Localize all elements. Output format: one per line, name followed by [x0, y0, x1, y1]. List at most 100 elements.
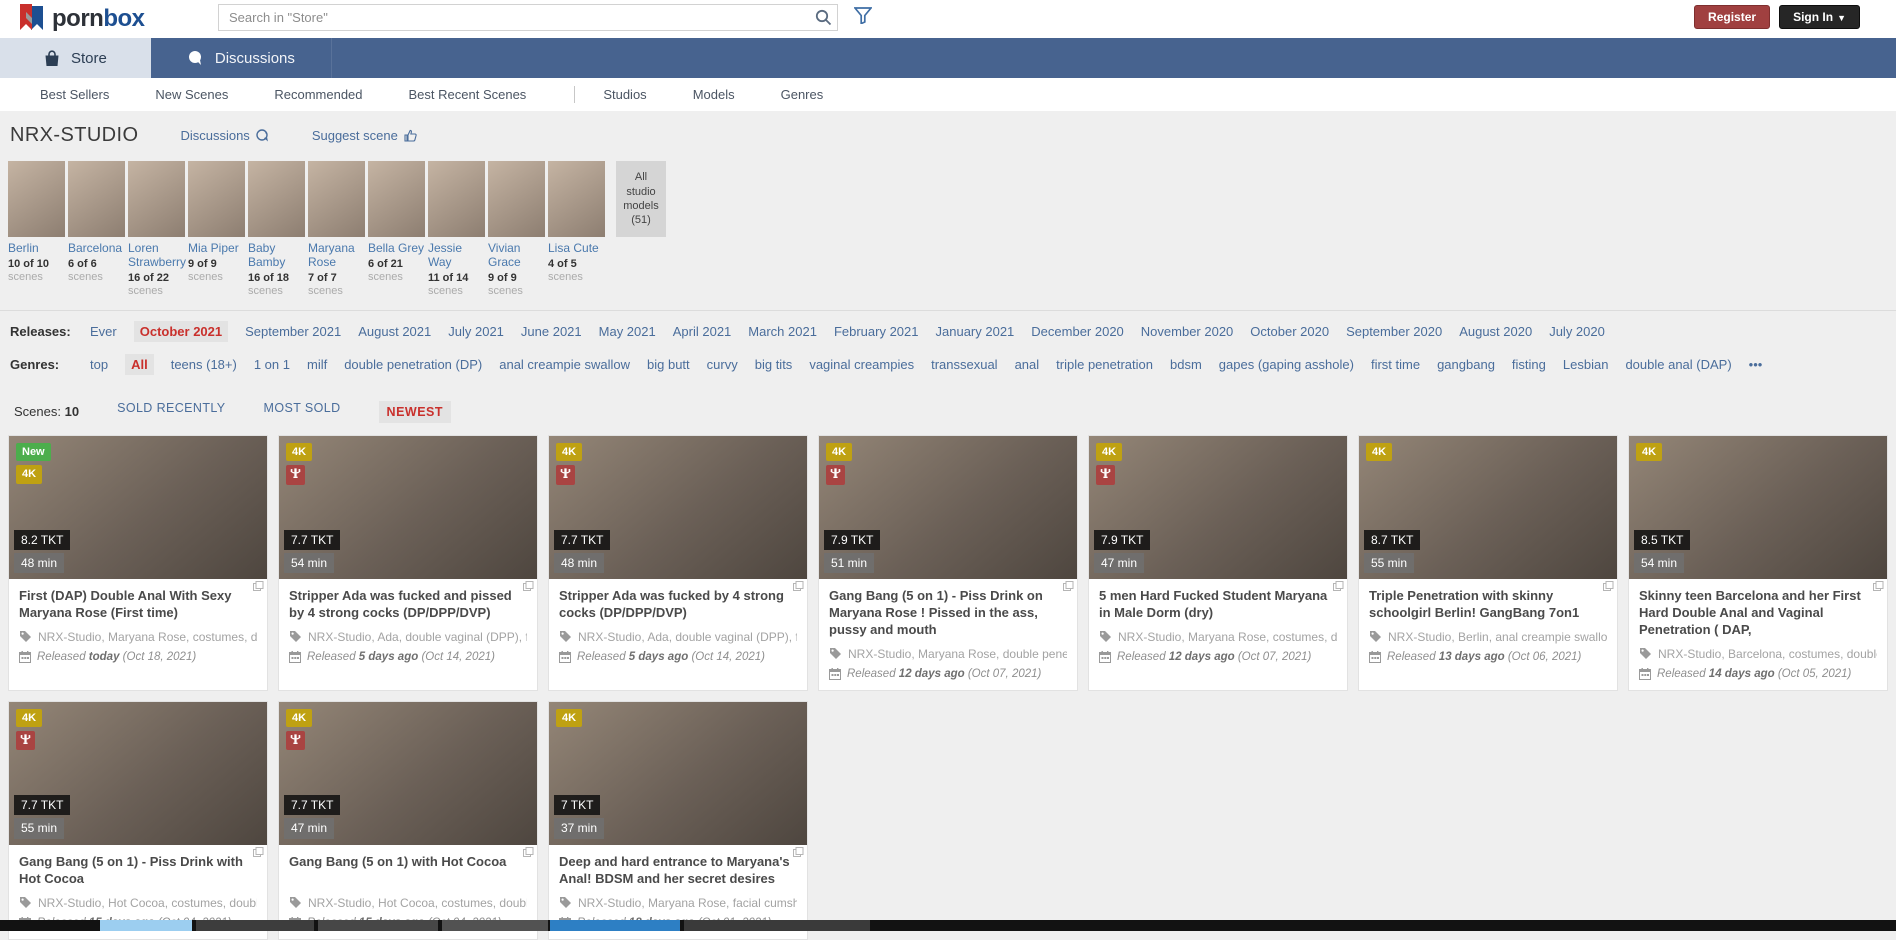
filter-link[interactable]: September 2021 [245, 324, 341, 339]
filter-link[interactable]: November 2020 [1141, 324, 1234, 339]
subnav-item[interactable]: New Scenes [155, 87, 228, 102]
scene-thumbnail-placeholder[interactable]: New 4K 8.2 TKT 48 min [9, 436, 267, 579]
scene-card[interactable]: 4K 8.5 TKT 54 min Skinny teen Barcelona … [1628, 435, 1888, 691]
model-card[interactable]: Maryana Rose 7 of 7 scenes [308, 161, 365, 298]
subnav-item[interactable]: Models [693, 87, 735, 102]
scene-card[interactable]: 4K 7.7 TKT 55 min Gang Bang (5 on 1) - P… [8, 701, 268, 940]
filter-icon[interactable] [852, 4, 874, 30]
gallery-icon[interactable] [793, 847, 804, 858]
filter-link[interactable]: July 2021 [448, 324, 504, 339]
subnav-item[interactable]: Genres [781, 87, 824, 102]
scene-card[interactable]: 4K 7.9 TKT 51 min Gang Bang (5 on 1) - P… [818, 435, 1078, 691]
genre-link[interactable]: top [90, 357, 108, 372]
sort-link[interactable]: MOST SOLD [264, 401, 341, 423]
scene-card[interactable]: 4K 8.7 TKT 55 min Triple Penetration wit… [1358, 435, 1618, 691]
taskbar-segment[interactable] [442, 920, 548, 931]
genre-link[interactable]: transsexual [931, 357, 997, 372]
scene-thumbnail-placeholder[interactable]: 4K 7.7 TKT 54 min [279, 436, 537, 579]
scene-tags[interactable]: NRX-Studio, Ada, double vaginal (DPP), f… [578, 630, 797, 644]
scene-title[interactable]: Triple Penetration with skinny schoolgir… [1369, 588, 1607, 622]
scene-title[interactable]: Gang Bang (5 on 1) with Hot Cocoa [289, 854, 527, 888]
taskbar-segment[interactable] [318, 920, 438, 931]
studio-discussions-link[interactable]: Discussions [180, 128, 269, 143]
scene-thumbnail-placeholder[interactable]: 4K 7 TKT 37 min [549, 702, 807, 845]
scene-tags[interactable]: NRX-Studio, Maryana Rose, facial cumshot… [578, 896, 797, 910]
scene-thumbnail-placeholder[interactable]: 4K 7.9 TKT 47 min [1089, 436, 1347, 579]
gallery-icon[interactable] [1063, 581, 1074, 592]
scene-tags[interactable]: NRX-Studio, Hot Cocoa, costumes, double … [308, 896, 527, 910]
scene-card[interactable]: New 4K 8.2 TKT 48 min First (DAP) Double… [8, 435, 268, 691]
genre-link[interactable]: big tits [755, 357, 793, 372]
scene-title[interactable]: Gang Bang (5 on 1) - Piss Drink with Hot… [19, 854, 257, 888]
filter-link[interactable]: June 2021 [521, 324, 582, 339]
filter-link[interactable]: March 2021 [748, 324, 817, 339]
taskbar-segment[interactable] [550, 920, 680, 931]
model-name[interactable]: Lisa Cute [548, 242, 605, 256]
scene-title[interactable]: First (DAP) Double Anal With Sexy Maryan… [19, 588, 257, 622]
taskbar-segment[interactable] [684, 920, 870, 931]
register-button[interactable]: Register [1694, 5, 1770, 29]
scene-card[interactable]: 4K 7.7 TKT 47 min Gang Bang (5 on 1) wit… [278, 701, 538, 940]
model-card[interactable]: Jessie Way 11 of 14 scenes [428, 161, 485, 298]
scene-tags[interactable]: NRX-Studio, Maryana Rose, costumes, doub… [38, 630, 257, 644]
scene-tags-row[interactable]: NRX-Studio, Maryana Rose, costumes, doub… [1099, 630, 1337, 644]
model-card[interactable]: Lisa Cute 4 of 5 scenes [548, 161, 605, 298]
gallery-icon[interactable] [253, 581, 264, 592]
scene-title[interactable]: Gang Bang (5 on 1) - Piss Drink on Marya… [829, 588, 1067, 639]
model-name[interactable]: Mia Piper [188, 242, 245, 256]
sort-link[interactable]: SOLD RECENTLY [117, 401, 225, 423]
gallery-icon[interactable] [523, 847, 534, 858]
genre-link[interactable]: ••• [1749, 357, 1763, 372]
scene-thumbnail-placeholder[interactable]: 4K 7.7 TKT 48 min [549, 436, 807, 579]
scene-thumbnail-placeholder[interactable]: 4K 8.5 TKT 54 min [1629, 436, 1887, 579]
scene-tags-row[interactable]: NRX-Studio, Berlin, anal creampie swallo… [1369, 630, 1607, 644]
filter-link[interactable]: July 2020 [1549, 324, 1605, 339]
scene-tags[interactable]: NRX-Studio, Barcelona, costumes, double … [1658, 647, 1877, 661]
filter-link[interactable]: February 2021 [834, 324, 919, 339]
scene-thumbnail-placeholder[interactable]: 4K 7.7 TKT 47 min [279, 702, 537, 845]
filter-link[interactable]: May 2021 [599, 324, 656, 339]
logo[interactable]: pornbox [18, 4, 218, 34]
gallery-icon[interactable] [1333, 581, 1344, 592]
scene-title[interactable]: Deep and hard entrance to Maryana's Anal… [559, 854, 797, 888]
model-card[interactable]: Loren Strawberry 16 of 22 scenes [128, 161, 185, 298]
scene-title[interactable]: 5 men Hard Fucked Student Maryana in Mal… [1099, 588, 1337, 622]
model-name[interactable]: Jessie Way [428, 242, 485, 270]
model-name[interactable]: Maryana Rose [308, 242, 365, 270]
signin-button[interactable]: Sign In▼ [1779, 5, 1860, 29]
model-name[interactable]: Bella Grey [368, 242, 425, 256]
scene-card[interactable]: 4K 7.9 TKT 47 min 5 men Hard Fucked Stud… [1088, 435, 1348, 691]
search-input[interactable] [218, 4, 838, 31]
genre-link[interactable]: triple penetration [1056, 357, 1153, 372]
model-name[interactable]: Vivian Grace [488, 242, 545, 270]
subnav-item[interactable]: Best Sellers [40, 87, 109, 102]
scene-tags-row[interactable]: NRX-Studio, Hot Cocoa, costumes, double … [289, 896, 527, 910]
genre-link[interactable]: vaginal creampies [809, 357, 914, 372]
taskbar[interactable] [0, 920, 1896, 931]
genre-link[interactable]: anal creampie swallow [499, 357, 630, 372]
tab-discussions[interactable]: Discussions [151, 38, 331, 78]
genre-link[interactable]: teens (18+) [171, 357, 237, 372]
scene-tags[interactable]: NRX-Studio, Maryana Rose, double penetra… [848, 647, 1067, 661]
filter-link[interactable]: August 2021 [358, 324, 431, 339]
model-name[interactable]: Berlin [8, 242, 65, 256]
scene-tags-row[interactable]: NRX-Studio, Ada, double vaginal (DPP), f… [289, 630, 527, 644]
scene-card[interactable]: 4K 7 TKT 37 min Deep and hard entrance t… [548, 701, 808, 940]
filter-link[interactable]: October 2020 [1250, 324, 1329, 339]
subnav-item[interactable]: Recommended [274, 87, 362, 102]
scene-thumbnail-placeholder[interactable]: 4K 7.7 TKT 55 min [9, 702, 267, 845]
scene-tags-row[interactable]: NRX-Studio, Ada, double vaginal (DPP), f… [559, 630, 797, 644]
scene-tags[interactable]: NRX-Studio, Hot Cocoa, costumes, double … [38, 896, 257, 910]
genre-link[interactable]: gapes (gaping asshole) [1219, 357, 1354, 372]
model-card[interactable]: Baby Bamby 16 of 18 scenes [248, 161, 305, 298]
genre-link[interactable]: double penetration (DP) [344, 357, 482, 372]
scene-tags[interactable]: NRX-Studio, Maryana Rose, costumes, doub… [1118, 630, 1337, 644]
filter-link[interactable]: October 2021 [134, 321, 228, 342]
sort-link[interactable]: NEWEST [379, 401, 451, 423]
genre-link[interactable]: big butt [647, 357, 690, 372]
scene-thumbnail-placeholder[interactable]: 4K 7.9 TKT 51 min [819, 436, 1077, 579]
scene-tags-row[interactable]: NRX-Studio, Maryana Rose, double penetra… [829, 647, 1067, 661]
subnav-item[interactable]: Studios [603, 87, 646, 102]
genre-link[interactable]: gangbang [1437, 357, 1495, 372]
genre-link[interactable]: first time [1371, 357, 1420, 372]
